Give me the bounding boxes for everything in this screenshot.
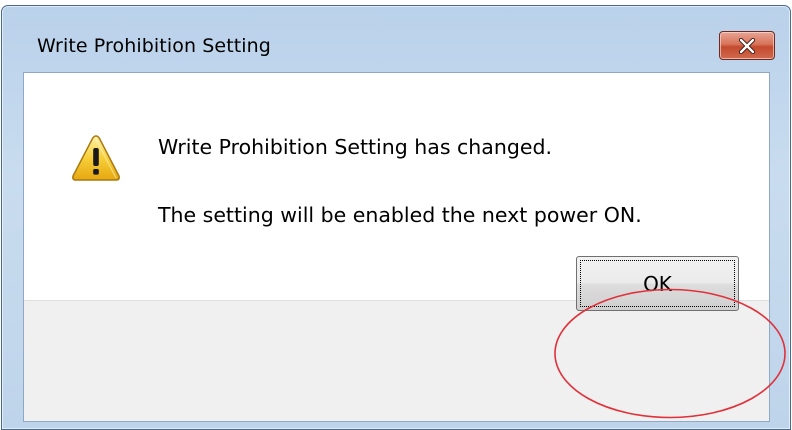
message-line-1: Write Prohibition Setting has changed. (158, 135, 552, 159)
close-icon (738, 37, 756, 54)
focus-rectangle: OK (580, 260, 735, 307)
close-button[interactable] (719, 31, 775, 60)
ok-button[interactable]: OK (576, 256, 739, 311)
message-line-2: The setting will be enabled the next pow… (158, 203, 642, 227)
dialog-client-area: Write Prohibition Setting has changed. T… (23, 72, 770, 422)
warning-icon (72, 135, 120, 181)
button-bar (24, 300, 769, 421)
dialog-title: Write Prohibition Setting (37, 35, 271, 57)
ok-button-label: OK (643, 271, 672, 296)
